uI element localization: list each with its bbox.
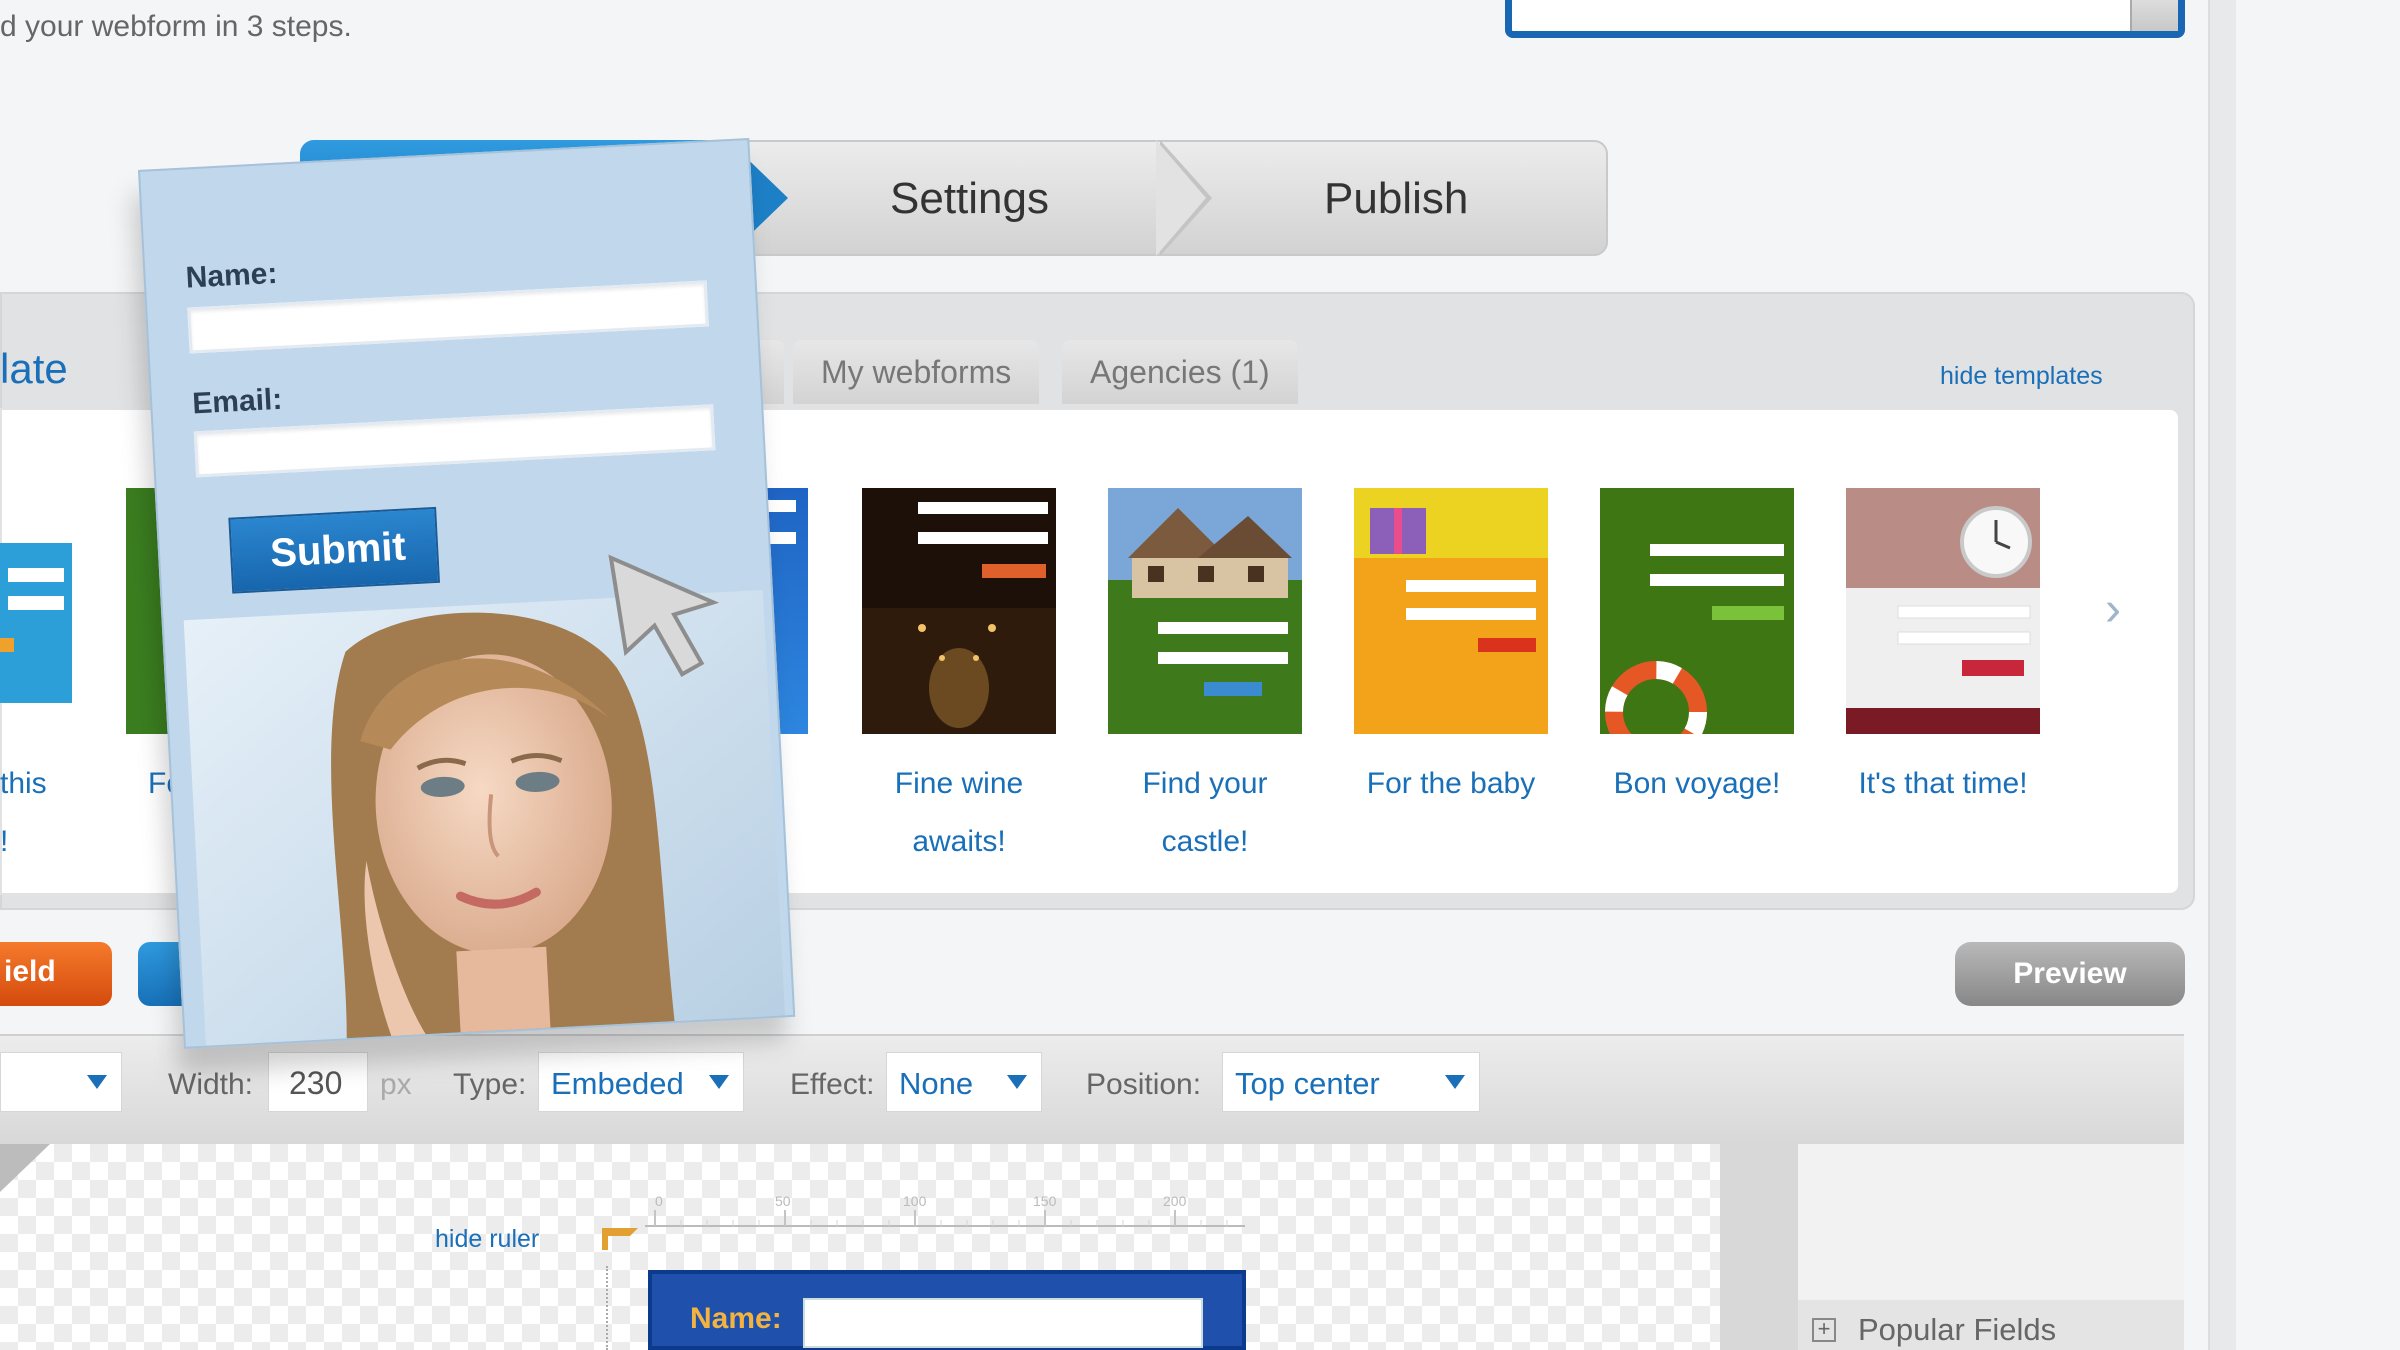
template-panel-title: late [0, 345, 68, 392]
vertical-ruler [582, 1266, 608, 1350]
type-select[interactable]: Embeded [538, 1052, 744, 1112]
step-divider-inner [1156, 140, 1206, 256]
top-search-box[interactable] [1505, 0, 2185, 38]
page-scroll-rail[interactable] [2208, 0, 2236, 1350]
template-thumbnail-alarm[interactable] [1846, 488, 2040, 734]
type-label: Type: [453, 1068, 527, 1101]
webform-preview-name-label: Name: [690, 1302, 782, 1335]
chevron-down-icon [1445, 1075, 1465, 1089]
add-field-button[interactable]: ield [0, 942, 112, 1006]
effect-label: Effect: [790, 1068, 875, 1101]
template-caption-castle[interactable]: Find your castle! [1075, 755, 1335, 871]
chevron-down-icon [709, 1075, 729, 1089]
life-ring-thumbnail-icon [1600, 488, 1794, 734]
font-select[interactable] [0, 1052, 122, 1112]
ruler-tick-200: 200 [1163, 1193, 1187, 1209]
ruler-tick-50: 50 [775, 1193, 791, 1209]
position-select[interactable]: Top center [1222, 1052, 1480, 1112]
chevron-right-icon[interactable]: › [2105, 582, 2121, 637]
canvas-corner-fold [0, 1144, 50, 1192]
gift-box-thumbnail-icon [1354, 488, 1548, 734]
preview-button[interactable]: Preview [1955, 942, 2185, 1006]
template-thumbnail-fine-wine[interactable] [862, 488, 1056, 734]
promo-form-card: Name: Email: Submit [138, 137, 796, 1049]
chevron-down-icon [87, 1075, 107, 1089]
ruler-tick-150: 150 [1033, 1193, 1057, 1209]
effect-select-value: None [899, 1066, 974, 1101]
step-publish[interactable]: Publish [1324, 174, 1468, 224]
template-caption-alarm[interactable]: It's that time! [1813, 755, 2073, 813]
template-thumbnail-castle[interactable] [1108, 488, 1302, 734]
popular-fields-label[interactable]: Popular Fields [1858, 1312, 2056, 1348]
width-unit: px [380, 1068, 412, 1101]
template-thumbnail-baby[interactable] [1354, 488, 1548, 734]
horizontal-ruler: 0 50 100 150 200 [645, 1193, 1245, 1227]
type-select-value: Embeded [551, 1066, 684, 1101]
template-caption-partial-1: this! [0, 767, 47, 858]
template-thumbnail-partial-1[interactable] [0, 488, 72, 734]
position-label: Position: [1086, 1068, 1202, 1101]
promo-email-label: Email: [191, 382, 284, 421]
ruler-handle-icon[interactable] [600, 1220, 640, 1250]
cursor-arrow-icon [608, 554, 720, 677]
promo-name-label: Name: [184, 256, 279, 295]
search-dropdown-handle[interactable] [2130, 0, 2178, 31]
ruler-tick-100: 100 [903, 1193, 927, 1209]
intro-text: d your webform in 3 steps. [0, 10, 352, 43]
ruler-tick-0: 0 [655, 1193, 663, 1209]
expand-plus-icon[interactable]: + [1812, 1318, 1836, 1342]
template-caption-bon-voyage[interactable]: Bon voyage! [1567, 755, 1827, 813]
template-thumbnail-bon-voyage[interactable] [1600, 488, 1794, 734]
house-thumbnail-icon [1108, 488, 1302, 734]
effect-select[interactable]: None [886, 1052, 1042, 1112]
template-caption-baby[interactable]: For the baby [1321, 755, 1581, 813]
tab-agencies[interactable]: Agencies (1) [1062, 340, 1298, 404]
hide-templates-link[interactable]: hide templates [1940, 362, 2103, 391]
tab-my-webforms[interactable]: My webforms [793, 340, 1040, 404]
canvas-scrollbar[interactable] [1720, 1144, 1798, 1350]
hide-ruler-link[interactable]: hide ruler [435, 1225, 539, 1254]
template-caption-fine-wine[interactable]: Fine wine awaits! [829, 755, 1089, 871]
dark-cellar-thumbnail-icon [862, 488, 1056, 734]
chevron-down-icon [1007, 1075, 1027, 1089]
promo-submit-button: Submit [228, 506, 441, 594]
position-select-value: Top center [1235, 1066, 1380, 1101]
step-settings[interactable]: Settings [890, 174, 1049, 224]
webform-preview-name-input[interactable] [803, 1298, 1203, 1348]
alarm-clock-thumbnail-icon [1846, 488, 2040, 734]
